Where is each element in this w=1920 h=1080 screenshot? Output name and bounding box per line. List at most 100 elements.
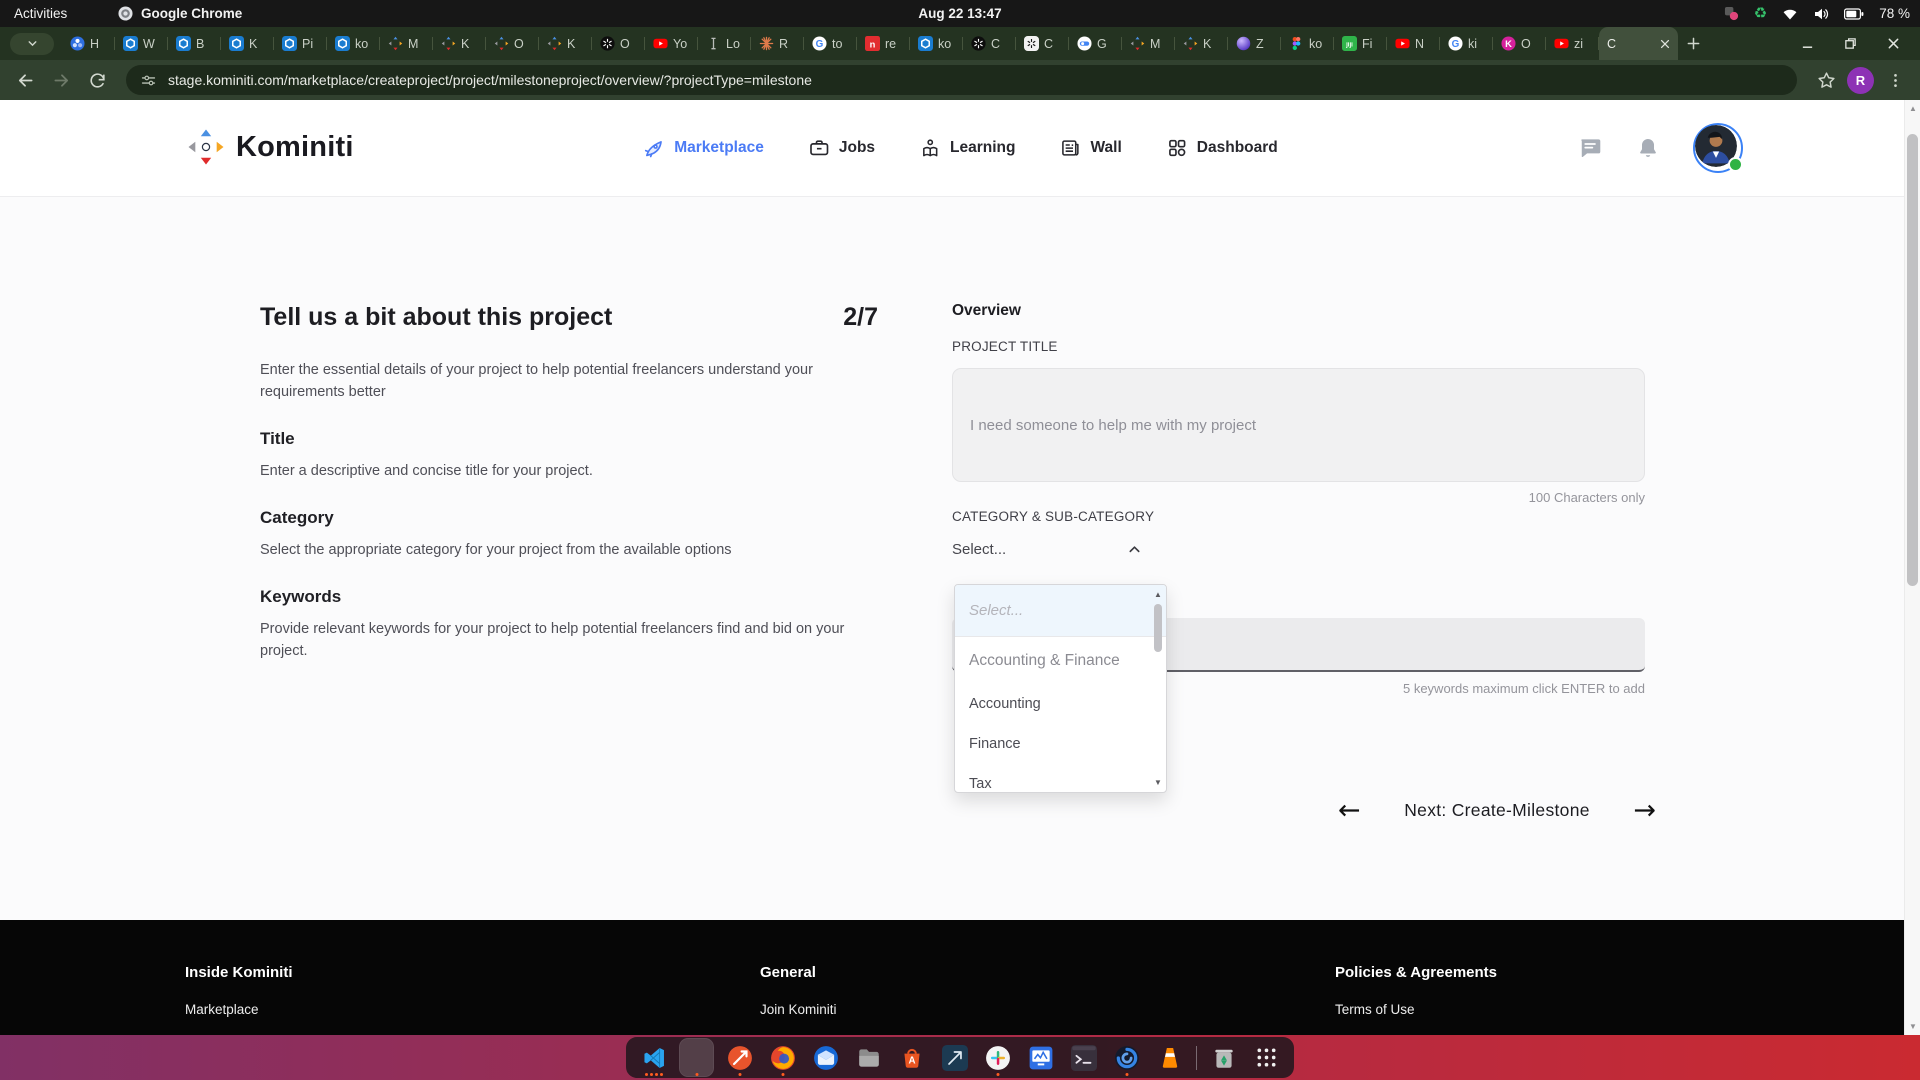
dock-draw-tool-icon[interactable] — [723, 1039, 756, 1076]
browser-tab-9[interactable]: O — [486, 27, 539, 60]
battery-icon[interactable] — [1844, 8, 1864, 20]
recycle-icon[interactable]: ♻ — [1754, 6, 1767, 21]
dropdown-scroll-thumb[interactable] — [1154, 604, 1162, 652]
dock-slack-icon[interactable] — [981, 1039, 1014, 1076]
page-scrollbar[interactable]: ▲ ▼ — [1904, 100, 1920, 1035]
dock-firefox-icon[interactable] — [766, 1039, 799, 1076]
system-tray[interactable]: ♻78 % — [1724, 6, 1910, 22]
dropdown-scrollbar[interactable]: ▲ ▼ — [1152, 588, 1164, 789]
project-title-textarea[interactable]: I need someone to help me with my projec… — [952, 368, 1645, 482]
dock-chrome-icon[interactable] — [680, 1039, 713, 1076]
dock-vlc-icon[interactable] — [1153, 1039, 1186, 1076]
indicator-icon[interactable] — [1724, 6, 1739, 21]
next-step-label[interactable]: Next: Create-Milestone — [1404, 800, 1590, 821]
nav-item-wall[interactable]: Wall — [1059, 137, 1121, 159]
browser-tab-1[interactable]: H — [62, 27, 115, 60]
dock-monitor-app-icon[interactable] — [1024, 1039, 1057, 1076]
browser-tab-14[interactable]: R — [751, 27, 804, 60]
next-step-arrow[interactable]: → — [1633, 797, 1656, 824]
browser-tab-29[interactable]: zi — [1546, 27, 1599, 60]
browser-tab-23[interactable]: Z — [1228, 27, 1281, 60]
tab-title: H — [90, 37, 99, 51]
browser-tab-7[interactable]: M — [380, 27, 433, 60]
scrollbar-down-icon[interactable]: ▼ — [1905, 1022, 1920, 1031]
browser-tab-22[interactable]: K — [1175, 27, 1228, 60]
restore-icon[interactable] — [1844, 37, 1857, 50]
browser-tab-27[interactable]: Gki — [1440, 27, 1493, 60]
minimize-icon[interactable] — [1801, 37, 1814, 50]
dropdown-option-placeholder[interactable]: Select... — [955, 585, 1166, 637]
browser-profile-avatar[interactable]: R — [1847, 67, 1874, 94]
browser-menu-icon[interactable] — [1880, 65, 1910, 95]
nav-item-dashboard[interactable]: Dashboard — [1166, 137, 1278, 159]
reload-icon[interactable] — [82, 65, 112, 95]
browser-tab-21[interactable]: M — [1122, 27, 1175, 60]
bell-icon[interactable] — [1636, 136, 1660, 160]
dock-gnome-app-icon[interactable] — [1110, 1039, 1143, 1076]
browser-tab-15[interactable]: Gto — [804, 27, 857, 60]
browser-tab-19[interactable]: C — [1016, 27, 1069, 60]
browser-tab-28[interactable]: KO — [1493, 27, 1546, 60]
footer-link-terms-of-use[interactable]: Terms of Use — [1335, 1002, 1497, 1017]
browser-tab-12[interactable]: Yo — [645, 27, 698, 60]
dock-files-icon[interactable] — [852, 1039, 885, 1076]
dock-terminal-icon[interactable] — [1067, 1039, 1100, 1076]
nav-item-marketplace[interactable]: Marketplace — [642, 137, 764, 160]
nav-item-learning[interactable]: Learning — [919, 137, 1015, 159]
browser-tab-2[interactable]: W — [115, 27, 168, 60]
dock-trash-icon[interactable] — [1207, 1039, 1240, 1076]
url-bar[interactable]: stage.kominiti.com/marketplace/createpro… — [126, 65, 1797, 95]
browser-tab-6[interactable]: ko — [327, 27, 380, 60]
scrollbar-up-icon[interactable]: ▲ — [1905, 104, 1920, 113]
browser-tab-5[interactable]: Pi — [274, 27, 327, 60]
browser-tab-20[interactable]: G — [1069, 27, 1122, 60]
footer-link-marketplace[interactable]: Marketplace — [185, 1002, 293, 1017]
previous-step-arrow[interactable]: ← — [1338, 797, 1361, 824]
browser-tab-10[interactable]: K — [539, 27, 592, 60]
browser-tab-11[interactable]: O — [592, 27, 645, 60]
clock[interactable]: Aug 22 13:47 — [918, 6, 1001, 21]
dropdown-option-tax[interactable]: Tax — [955, 764, 1166, 793]
user-avatar[interactable] — [1693, 123, 1743, 173]
forward-icon[interactable] — [46, 65, 76, 95]
wifi-icon[interactable] — [1782, 6, 1798, 22]
bookmark-star-icon[interactable] — [1811, 65, 1841, 95]
page-scroll-thumb[interactable] — [1907, 134, 1918, 586]
close-icon[interactable] — [1887, 37, 1900, 50]
tab-search-button[interactable] — [10, 33, 54, 55]
kominiti-logo-icon — [186, 127, 226, 167]
browser-tab-24[interactable]: ko — [1281, 27, 1334, 60]
browser-tab-4[interactable]: K — [221, 27, 274, 60]
close-tab-icon[interactable] — [1659, 38, 1671, 50]
footer-link-join-kominiti[interactable]: Join Kominiti — [760, 1002, 837, 1017]
kominiti-logo[interactable]: Kominiti — [186, 127, 354, 167]
browser-tab-18[interactable]: C — [963, 27, 1016, 60]
browser-tab-8[interactable]: K — [433, 27, 486, 60]
dock-thunderbird-icon[interactable] — [809, 1039, 842, 1076]
dock-software-store-icon[interactable]: A — [895, 1039, 928, 1076]
focused-app-indicator[interactable]: Google Chrome — [118, 6, 242, 21]
site-settings-icon[interactable] — [140, 72, 157, 89]
browser-tab-active[interactable]: C — [1599, 27, 1678, 60]
dock-vscode-icon[interactable] — [637, 1039, 670, 1076]
browser-tab-17[interactable]: ko — [910, 27, 963, 60]
browser-tab-25[interactable]: jijiFi — [1334, 27, 1387, 60]
dropdown-option-accounting-finance[interactable]: Accounting & Finance — [955, 637, 1166, 684]
dock-app-grid-icon[interactable] — [1250, 1039, 1283, 1076]
new-tab-button[interactable] — [1678, 29, 1708, 59]
scroll-up-icon[interactable]: ▲ — [1152, 590, 1164, 599]
dropdown-option-accounting[interactable]: Accounting — [955, 684, 1166, 724]
scroll-down-icon[interactable]: ▼ — [1152, 778, 1164, 787]
nav-item-jobs[interactable]: Jobs — [808, 137, 875, 159]
browser-tab-16[interactable]: nre — [857, 27, 910, 60]
chat-icon[interactable] — [1577, 135, 1603, 161]
activities-button[interactable]: Activities — [14, 6, 67, 21]
dropdown-option-finance[interactable]: Finance — [955, 724, 1166, 764]
back-icon[interactable] — [10, 65, 40, 95]
browser-tab-13[interactable]: Lo — [698, 27, 751, 60]
browser-tab-3[interactable]: B — [168, 27, 221, 60]
dock-screenshot-tool-icon[interactable] — [938, 1039, 971, 1076]
volume-icon[interactable] — [1813, 6, 1829, 22]
browser-tab-26[interactable]: N — [1387, 27, 1440, 60]
category-select[interactable]: Select... — [952, 541, 1142, 558]
